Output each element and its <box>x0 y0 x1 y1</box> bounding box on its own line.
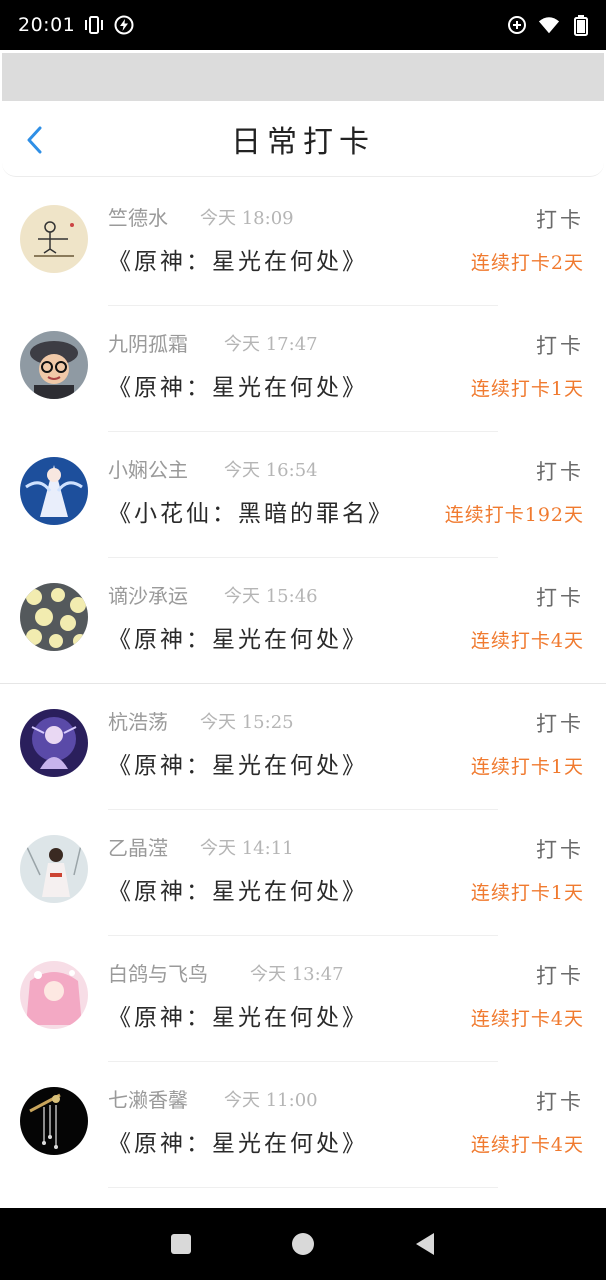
user-name[interactable]: 九阴孤霜 <box>108 328 188 357</box>
user-name[interactable]: 杭浩荡 <box>108 706 168 735</box>
list-item[interactable]: 小娴公主 今天 16:54 《小花仙：黑暗的罪名》 打卡 连续打卡192天 <box>0 432 606 558</box>
avatar[interactable] <box>20 205 88 273</box>
system-nav-bar <box>0 1208 606 1280</box>
list-item[interactable]: 竺德水 今天 18:09 《原神：星光在何处》 打卡 连续打卡2天 <box>0 180 606 306</box>
avatar[interactable] <box>20 331 88 399</box>
page-title: 日常打卡 <box>231 124 375 160</box>
streak-count: 连续打卡4天 <box>470 630 584 652</box>
flash-icon <box>113 14 135 36</box>
book-title[interactable]: 《原神：星光在何处》 <box>108 1124 368 1158</box>
post-time: 今天 13:47 <box>250 964 344 985</box>
avatar[interactable] <box>20 835 88 903</box>
book-title[interactable]: 《原神：星光在何处》 <box>108 368 368 402</box>
checkin-label: 打卡 <box>536 208 584 232</box>
vibrate-icon <box>83 14 105 36</box>
wifi-icon <box>538 14 560 36</box>
post-time: 今天 14:11 <box>200 838 294 859</box>
home-button[interactable] <box>283 1224 323 1264</box>
battery-icon <box>570 14 592 36</box>
list-item[interactable]: 白鸽与飞鸟 今天 13:47 《原神：星光在何处》 打卡 连续打卡4天 <box>0 936 606 1062</box>
status-left: 20:01 <box>18 14 135 36</box>
recent-apps-icon <box>171 1234 191 1254</box>
book-title[interactable]: 《小花仙：黑暗的罪名》 <box>108 494 394 528</box>
post-time: 今天 18:09 <box>200 208 294 229</box>
streak-count: 连续打卡1天 <box>470 756 584 778</box>
data-saver-icon <box>506 14 528 36</box>
streak-count: 连续打卡1天 <box>470 378 584 400</box>
avatar[interactable] <box>20 457 88 525</box>
checkin-label: 打卡 <box>536 712 584 736</box>
book-title[interactable]: 《原神：星光在何处》 <box>108 620 368 654</box>
user-name[interactable]: 七濑香馨 <box>108 1084 188 1113</box>
avatar[interactable] <box>20 961 88 1029</box>
list-item[interactable]: 九阴孤霜 今天 17:47 《原神：星光在何处》 打卡 连续打卡1天 <box>0 306 606 432</box>
home-icon <box>292 1233 314 1255</box>
user-name[interactable]: 竺德水 <box>108 202 168 231</box>
streak-count: 连续打卡1天 <box>470 882 584 904</box>
book-title[interactable]: 《原神：星光在何处》 <box>108 746 368 780</box>
post-time: 今天 15:46 <box>224 586 318 607</box>
list-item[interactable]: 乙晶滢 今天 14:11 《原神：星光在何处》 打卡 连续打卡1天 <box>0 810 606 936</box>
post-time: 今天 16:54 <box>224 460 318 481</box>
top-gray-band <box>2 53 604 101</box>
recent-apps-button[interactable] <box>161 1224 201 1264</box>
user-name[interactable]: 乙晶滢 <box>108 832 168 861</box>
chevron-left-icon <box>27 126 42 154</box>
avatar[interactable] <box>20 709 88 777</box>
user-name[interactable]: 谪沙承运 <box>108 580 188 609</box>
book-title[interactable]: 《原神：星光在何处》 <box>108 242 368 276</box>
post-time: 今天 11:00 <box>224 1090 318 1111</box>
back-button[interactable] <box>20 125 48 155</box>
checkin-label: 打卡 <box>536 334 584 358</box>
post-time: 今天 15:25 <box>200 712 294 733</box>
book-title[interactable]: 《原神：星光在何处》 <box>108 872 368 906</box>
nav-back-button[interactable] <box>405 1224 445 1264</box>
streak-count: 连续打卡192天 <box>444 504 584 526</box>
streak-count: 连续打卡2天 <box>470 252 584 274</box>
checkin-list: 竺德水 今天 18:09 《原神：星光在何处》 打卡 连续打卡2天 九阴孤霜 今… <box>0 180 606 1208</box>
avatar[interactable] <box>20 583 88 651</box>
list-item[interactable]: 七濑香馨 今天 11:00 《原神：星光在何处》 打卡 连续打卡4天 <box>0 1062 606 1188</box>
back-icon <box>416 1233 434 1255</box>
user-name[interactable]: 小娴公主 <box>108 454 188 483</box>
streak-count: 连续打卡4天 <box>470 1008 584 1030</box>
list-item[interactable]: 杭浩荡 今天 15:25 《原神：星光在何处》 打卡 连续打卡1天 <box>0 684 606 810</box>
divider <box>108 1187 498 1188</box>
status-bar: 20:01 <box>0 0 606 50</box>
avatar[interactable] <box>20 1087 88 1155</box>
streak-count: 连续打卡4天 <box>470 1134 584 1156</box>
status-time: 20:01 <box>18 14 76 36</box>
checkin-label: 打卡 <box>536 586 584 610</box>
post-time: 今天 17:47 <box>224 334 318 355</box>
book-title[interactable]: 《原神：星光在何处》 <box>108 998 368 1032</box>
list-item[interactable]: 谪沙承运 今天 15:46 《原神：星光在何处》 打卡 连续打卡4天 <box>0 558 606 684</box>
checkin-label: 打卡 <box>536 460 584 484</box>
status-right <box>506 14 592 36</box>
user-name[interactable]: 白鸽与飞鸟 <box>108 958 208 987</box>
page-header: 日常打卡 <box>2 101 604 177</box>
checkin-label: 打卡 <box>536 838 584 862</box>
checkin-label: 打卡 <box>536 1090 584 1114</box>
checkin-label: 打卡 <box>536 964 584 988</box>
